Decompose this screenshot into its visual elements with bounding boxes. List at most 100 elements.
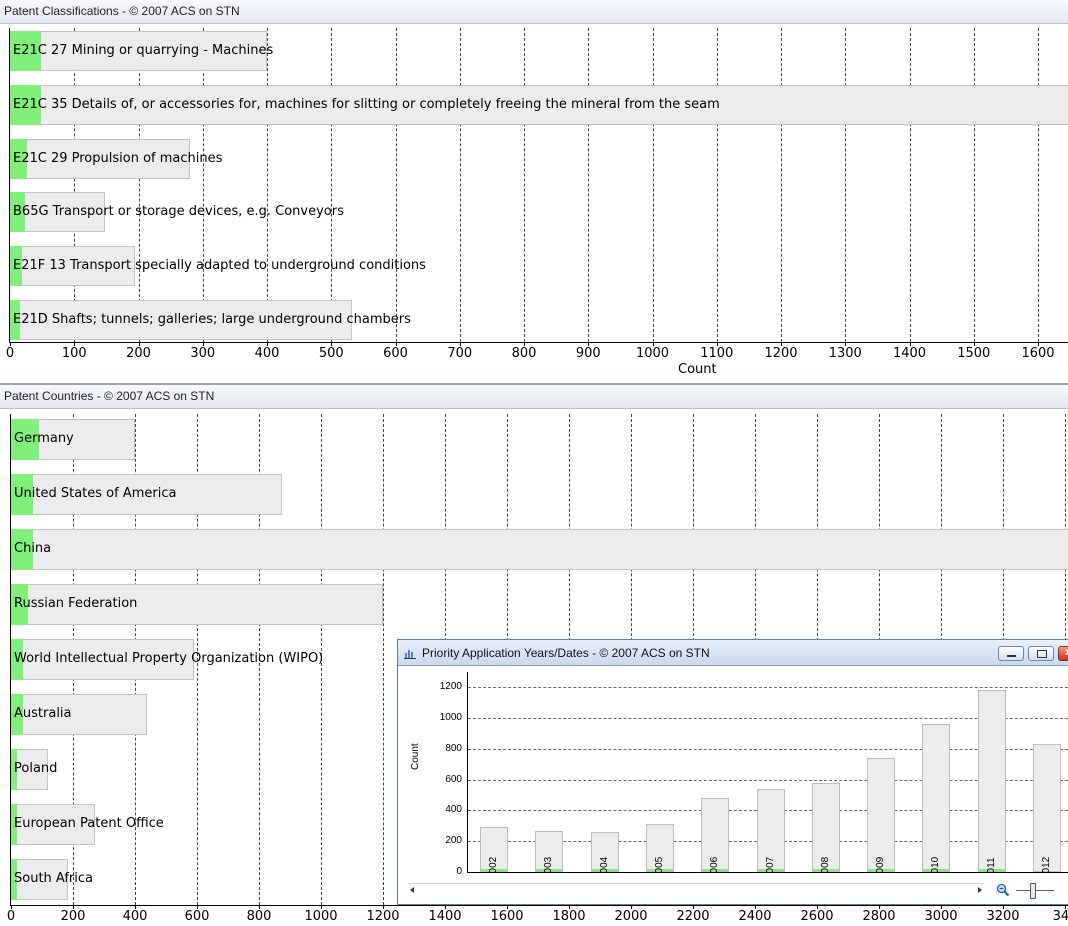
window-title[interactable]: Priority Application Years/Dates - © 200… (398, 640, 1068, 666)
grid-line (468, 687, 1068, 689)
y-tick-label: 1000 (439, 712, 462, 724)
bar-label: E21F 13 Transport specially adapted to u… (13, 258, 426, 274)
bar-label: 2009 (875, 856, 887, 872)
x-tick-label: 200 (60, 909, 86, 924)
x-tick-label: 3000 (924, 909, 958, 924)
x-axis-line (11, 905, 1068, 906)
minimize-button[interactable] (998, 646, 1024, 661)
y-tick-label: 1200 (439, 681, 462, 693)
grid-line (459, 28, 461, 342)
x-tick-label: 1800 (552, 909, 586, 924)
priority-years-window[interactable]: Priority Application Years/Dates - © 200… (397, 639, 1068, 905)
bar[interactable] (977, 690, 1006, 872)
bar-label: E21D Shafts; tunnels; galleries; large u… (13, 312, 411, 327)
panel-title: Patent Classifications - © 2007 ACS on S… (0, 0, 1068, 24)
bar-label: Russian Federation (14, 596, 138, 611)
x-tick-label: 1500 (957, 346, 991, 361)
x-tick-label: 1600 (1021, 346, 1055, 361)
x-axis-title: Count (678, 362, 717, 377)
maximize-button[interactable] (1028, 646, 1054, 661)
priority-years-chart: 2002 2003 2004 2005 2006 2007 2008 2009 2010 2011… (468, 672, 1068, 872)
bar-label: South Africa (14, 871, 93, 886)
bar-label: E21C 27 Mining or quarrying - Machines (13, 43, 274, 58)
scroll-left-icon[interactable] (410, 887, 414, 893)
grid-line (524, 28, 525, 342)
y-tick-label: 800 (445, 742, 462, 754)
grid-line (1038, 28, 1039, 342)
x-tick-label: 1000 (304, 909, 338, 924)
y-axis-line (9, 28, 10, 343)
x-tick-label: 900 (575, 346, 601, 361)
zoom-slider-thumb[interactable] (1030, 883, 1036, 899)
bar[interactable] (1033, 744, 1061, 872)
grid-line (267, 28, 268, 342)
bar-label: China (14, 541, 52, 556)
bar-label: United States of America (14, 486, 177, 501)
grid-line (331, 28, 333, 342)
bar-label: 2005 (653, 856, 665, 872)
y-tick-label: 600 (445, 773, 462, 785)
horizontal-scrollbar[interactable] (408, 883, 984, 898)
bar-label: 2010 (930, 856, 942, 872)
bar[interactable] (11, 529, 1068, 570)
x-tick-label: 2800 (862, 909, 896, 924)
scroll-right-icon[interactable] (978, 887, 982, 893)
minimize-icon (1007, 655, 1016, 657)
zoom-out-icon[interactable] (996, 883, 1010, 897)
x-tick-label: 600 (383, 346, 408, 361)
x-tick-label: 1100 (700, 346, 734, 361)
x-tick-label: 400 (122, 909, 148, 924)
grid-line (395, 28, 397, 342)
x-tick-label: 800 (246, 909, 272, 924)
y-tick-label: 0 (456, 866, 462, 877)
close-button[interactable]: × (1058, 646, 1068, 661)
y-axis-title: Count (410, 743, 421, 770)
x-tick-label: 340 (1052, 909, 1068, 924)
grid-line (588, 28, 590, 342)
bar-label: 2002 (488, 856, 499, 872)
bar-label: 2006 (709, 856, 721, 872)
grid-line (202, 28, 204, 342)
x-tick-label: 1200 (764, 346, 798, 361)
bar-label: European Patent Office (14, 816, 164, 831)
x-tick-label: 1000 (635, 346, 670, 361)
x-tick-label: 1300 (828, 346, 862, 361)
x-tick-label: 3200 (986, 909, 1020, 924)
bar-label: B65G Transport or storage devices, e.g. … (13, 204, 344, 220)
x-axis-line (467, 872, 1068, 873)
bar-label: 2003 (543, 856, 555, 872)
bar-label: E21C 35 Details of, or accessories for, … (13, 96, 720, 112)
grid-line (845, 28, 847, 342)
grid-line (652, 28, 654, 342)
grid-line (383, 414, 384, 905)
bar[interactable] (922, 724, 951, 872)
x-tick-label: 1400 (428, 909, 462, 924)
panel-title: Patent Countries - © 2007 ACS on STN (0, 385, 1068, 409)
x-tick-label: 600 (184, 909, 210, 924)
grid-line (138, 28, 140, 342)
bar-label: Australia (14, 706, 72, 721)
x-tick-label: 2200 (676, 909, 710, 924)
bar-label: 2007 (764, 856, 776, 872)
y-tick-label: 200 (445, 835, 462, 847)
x-tick-label: 1600 (490, 909, 524, 924)
y-tick-label: 400 (445, 804, 462, 816)
x-tick-label: 2000 (614, 909, 648, 924)
x-tick-label: 800 (511, 346, 537, 361)
zoom-control[interactable] (994, 882, 1068, 899)
bar-label: 2008 (819, 856, 831, 872)
bar-label: 2004 (598, 856, 610, 872)
x-tick-label: 0 (5, 346, 15, 361)
x-tick-label: 500 (318, 346, 344, 361)
bar[interactable] (867, 758, 896, 872)
grid-line (909, 28, 911, 342)
x-tick-label: 1400 (892, 346, 927, 361)
bar-label: E21C 29 Propulsion of machines (13, 150, 223, 166)
grid-line (716, 28, 718, 342)
x-tick-label: 1200 (366, 909, 400, 924)
maximize-icon (1037, 650, 1047, 658)
x-tick-label: 2400 (738, 909, 772, 924)
x-tick-label: 2600 (800, 909, 834, 924)
x-tick-label: 400 (254, 346, 280, 361)
chart-icon (404, 650, 416, 659)
